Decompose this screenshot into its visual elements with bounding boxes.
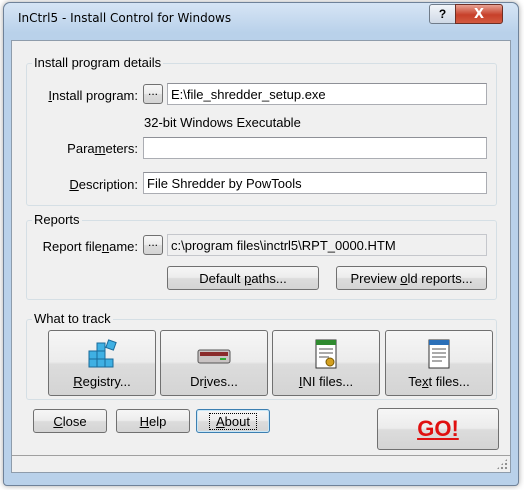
title-close-button[interactable]: X — [455, 4, 503, 24]
description-label: Description: — [69, 177, 138, 192]
registry-label: Registry... — [73, 374, 131, 389]
install-details-title: Install program details — [32, 55, 164, 70]
help-button[interactable]: Help — [116, 409, 190, 433]
report-browse-button[interactable]: ... — [143, 235, 163, 255]
help-question-icon: ? — [438, 7, 447, 21]
title-bar: InCtrl5 - Install Control for Windows ? … — [4, 3, 518, 33]
ini-files-button[interactable]: INI files... — [272, 330, 380, 396]
reports-title: Reports — [32, 212, 82, 227]
about-button[interactable]: About — [196, 409, 270, 433]
text-files-button[interactable]: Text files... — [385, 330, 493, 396]
resize-grip-icon[interactable] — [496, 458, 508, 470]
report-filename-field[interactable]: c:\program files\inctrl5\RPT_0000.HTM — [167, 234, 487, 256]
install-browse-button[interactable]: ... — [143, 84, 163, 104]
description-field[interactable]: File Shredder by PowTools — [143, 172, 487, 194]
go-button[interactable]: GO! — [377, 408, 499, 450]
text-files-label: Text files... — [408, 374, 470, 389]
drives-label: Drives... — [190, 374, 238, 389]
install-program-label: Install program: — [48, 88, 138, 103]
preview-old-reports-button[interactable]: Preview old reports... — [336, 266, 487, 290]
parameters-field[interactable] — [143, 137, 487, 159]
drive-icon — [196, 345, 232, 370]
program-type-text: 32-bit Windows Executable — [144, 115, 301, 130]
default-paths-button[interactable]: Default paths... — [167, 266, 319, 290]
close-button[interactable]: Close — [33, 409, 107, 433]
close-icon: X — [473, 6, 485, 22]
title-help-button[interactable]: ? — [429, 4, 456, 24]
drives-button[interactable]: Drives... — [160, 330, 268, 396]
ini-files-label: INI files... — [298, 374, 354, 389]
registry-button[interactable]: Registry... — [48, 330, 156, 396]
main-window: InCtrl5 - Install Control for Windows ? … — [3, 2, 519, 486]
window-title: InCtrl5 - Install Control for Windows — [18, 11, 232, 25]
ini-file-icon — [311, 337, 341, 374]
parameters-label: Parameters: — [67, 141, 138, 156]
what-to-track-title: What to track — [32, 311, 113, 326]
text-file-icon — [424, 337, 454, 374]
status-bar — [12, 455, 510, 472]
report-filename-label: Report filename: — [42, 239, 138, 254]
registry-icon — [85, 337, 119, 374]
install-program-field[interactable]: E:\file_shredder_setup.exe — [167, 83, 487, 105]
dialog-client: Install program details Install program:… — [11, 40, 511, 473]
